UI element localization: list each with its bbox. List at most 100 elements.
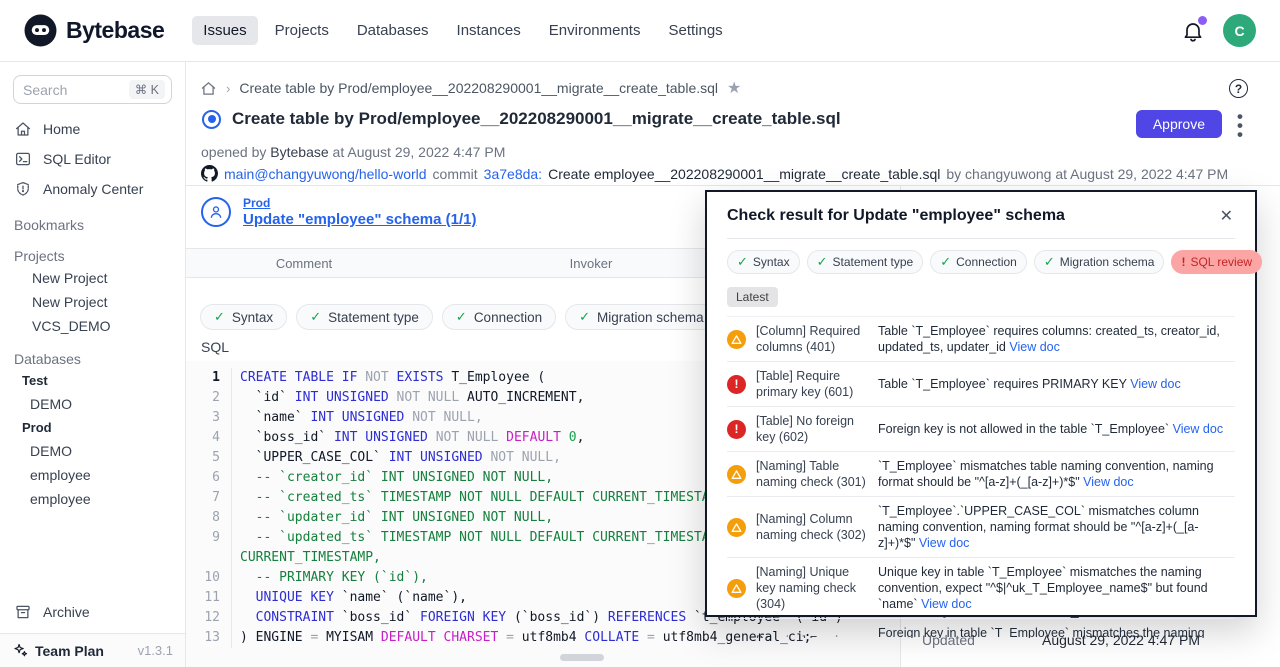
search-placeholder: Search [23,82,67,98]
line-number: 12 [186,608,232,628]
view-doc-link[interactable]: View doc [1173,422,1224,436]
check-result-row: ![Table] Require primary key (601)Table … [727,362,1235,407]
nav-item-projects[interactable]: Projects [264,16,340,45]
issue-title: Create table by Prod/employee__202208290… [232,109,841,129]
sidebar-item-test[interactable]: Test [0,369,185,392]
check-result-row: [Naming] Foreign key naming check (305)F… [727,619,1235,638]
stage-env-link[interactable]: Prod [243,196,476,210]
check-icon: ✓ [940,254,951,270]
issue-title-row: Create table by Prod/employee__202208290… [202,109,841,129]
warning-icon [727,330,746,349]
check-pill-syntax[interactable]: ✓Syntax [727,250,800,274]
nav-item-instances[interactable]: Instances [446,16,532,45]
sidebar-item-sql-editor[interactable]: SQL Editor [0,144,185,174]
sidebar-item-anomaly-center[interactable]: Anomaly Center [0,174,185,204]
nav-item-databases[interactable]: Databases [346,16,440,45]
sidebar-nav: Home SQL Editor Anomaly Center [0,114,185,204]
sidebar-item-archive[interactable]: Archive [0,597,185,627]
sidebar-item-label: Home [43,121,80,137]
check-result-row: ![Table] No foreign key (602)Foreign key… [727,407,1235,452]
line-number: 4 [186,428,232,448]
rule-name: [Naming] Unique key naming check (304) [756,564,868,612]
line-number: 11 [186,588,232,608]
notification-bell-icon[interactable] [1181,19,1205,43]
modal-divider [727,238,1235,239]
column-header-comment: Comment [234,256,374,271]
rule-detail: Foreign key is not allowed in the table … [878,421,1235,437]
line-number: 2 [186,388,232,408]
check-result-row: [Naming] Table naming check (301)`T_Empl… [727,452,1235,497]
rule-name: [Naming] Column naming check (302) [756,511,868,543]
notification-dot [1198,16,1207,25]
check-pill-label: SQL review [1190,255,1252,269]
warning-icon [727,579,746,598]
check-pill-connection[interactable]: ✓ Connection [930,250,1027,274]
check-pill-label: Syntax [232,310,273,325]
commit-message: Create employee__202208290001__migrate__… [548,166,940,182]
check-pill-label: Connection [956,255,1017,269]
check-result-row: [Column] Required columns (401)Table `T_… [727,317,1235,362]
stage-task-link[interactable]: Update "employee" schema (1/1) [243,211,476,228]
nav-item-settings[interactable]: Settings [657,16,733,45]
line-number: 3 [186,408,232,428]
line-number: 5 [186,448,232,468]
opened-by-name: Bytebase [270,144,328,160]
check-pill-syntax[interactable]: ✓ Syntax [200,304,287,330]
top-navbar: Bytebase IssuesProjectsDatabasesInstance… [0,0,1280,62]
breadcrumb: › Create table by Prod/employee__2022082… [200,78,741,98]
horizontal-scrollbar[interactable] [560,654,604,661]
sidebar-sections: BookmarksProjectsNew ProjectNew ProjectV… [0,209,185,511]
kebab-menu-icon[interactable]: ••• [1237,112,1244,139]
plan-footer[interactable]: Team Plan v1.3.1 [0,633,185,667]
approve-button[interactable]: Approve [1136,110,1222,138]
sidebar-item-new-project[interactable]: New Project [0,290,185,314]
view-doc-link[interactable]: View doc [919,536,970,550]
app-version: v1.3.1 [138,643,173,658]
view-doc-link[interactable]: View doc [1009,340,1060,354]
line-number: 10 [186,568,232,588]
bookmark-star-icon[interactable]: ★ [727,78,741,98]
check-result-row: [Naming] Unique key naming check (304)Un… [727,558,1235,619]
close-icon[interactable]: ✕ [1218,207,1235,227]
check-pill-statement-type[interactable]: ✓Statement type [296,304,433,330]
check-pill-migration-schema[interactable]: ✓Migration schema [1034,250,1165,274]
sidebar-item-employee[interactable]: employee [0,487,185,511]
check-pill-label: Statement type [328,310,419,325]
line-number: 7 [186,488,232,508]
warning-icon [727,518,746,537]
rule-name: [Naming] Foreign key naming check (305) [756,633,868,638]
sidebar-item-home[interactable]: Home [0,114,185,144]
sidebar-item-label: SQL Editor [43,151,111,167]
help-icon[interactable]: ? [1229,79,1248,98]
bytebase-logo-icon [24,14,57,47]
view-doc-link[interactable]: View doc [1130,377,1181,391]
sidebar-item-vcs-demo[interactable]: VCS_DEMO [0,314,185,338]
check-result-row: [Naming] Column naming check (302) `T_Emp… [727,497,1235,558]
bytebase-logo[interactable]: Bytebase [24,14,164,47]
check-pill-migration-schema[interactable]: ✓Migration schema [565,304,717,330]
commit-hash-link[interactable]: 3a7e8da: [484,166,542,182]
user-avatar[interactable]: C [1223,14,1256,47]
sidebar-item-demo[interactable]: DEMO [0,392,185,416]
home-icon[interactable] [200,80,217,97]
check-pill-connection[interactable]: ✓Connection [442,304,556,330]
commit-word: commit [433,166,478,182]
check-icon: ✓ [1044,254,1055,270]
branch-repo-link[interactable]: main@changyuwong/hello-world [224,166,427,182]
breadcrumb-issue-link[interactable]: Create table by Prod/employee__202208290… [239,80,718,96]
nav-item-environments[interactable]: Environments [538,16,652,45]
sidebar-item-demo[interactable]: DEMO [0,439,185,463]
navbar-right: C [1181,14,1256,47]
sidebar-item-employee[interactable]: employee [0,463,185,487]
nav-item-issues[interactable]: Issues [192,16,257,45]
sql-editor-icon [14,150,32,168]
check-pill-sql-review[interactable]: !SQL review [1171,250,1262,274]
sidebar-item-prod[interactable]: Prod [0,416,185,439]
check-pill-statement-type[interactable]: ✓Statement type [807,250,924,274]
rule-detail: `T_Employee`.`UPPER_CASE_COL` mismatches… [878,503,1235,551]
sidebar-item-new-project[interactable]: New Project [0,266,185,290]
search-input[interactable]: Search ⌘ K [13,75,172,104]
check-icon: ✓ [214,309,225,325]
view-doc-link[interactable]: View doc [1083,475,1134,489]
view-doc-link[interactable]: View doc [921,597,972,611]
